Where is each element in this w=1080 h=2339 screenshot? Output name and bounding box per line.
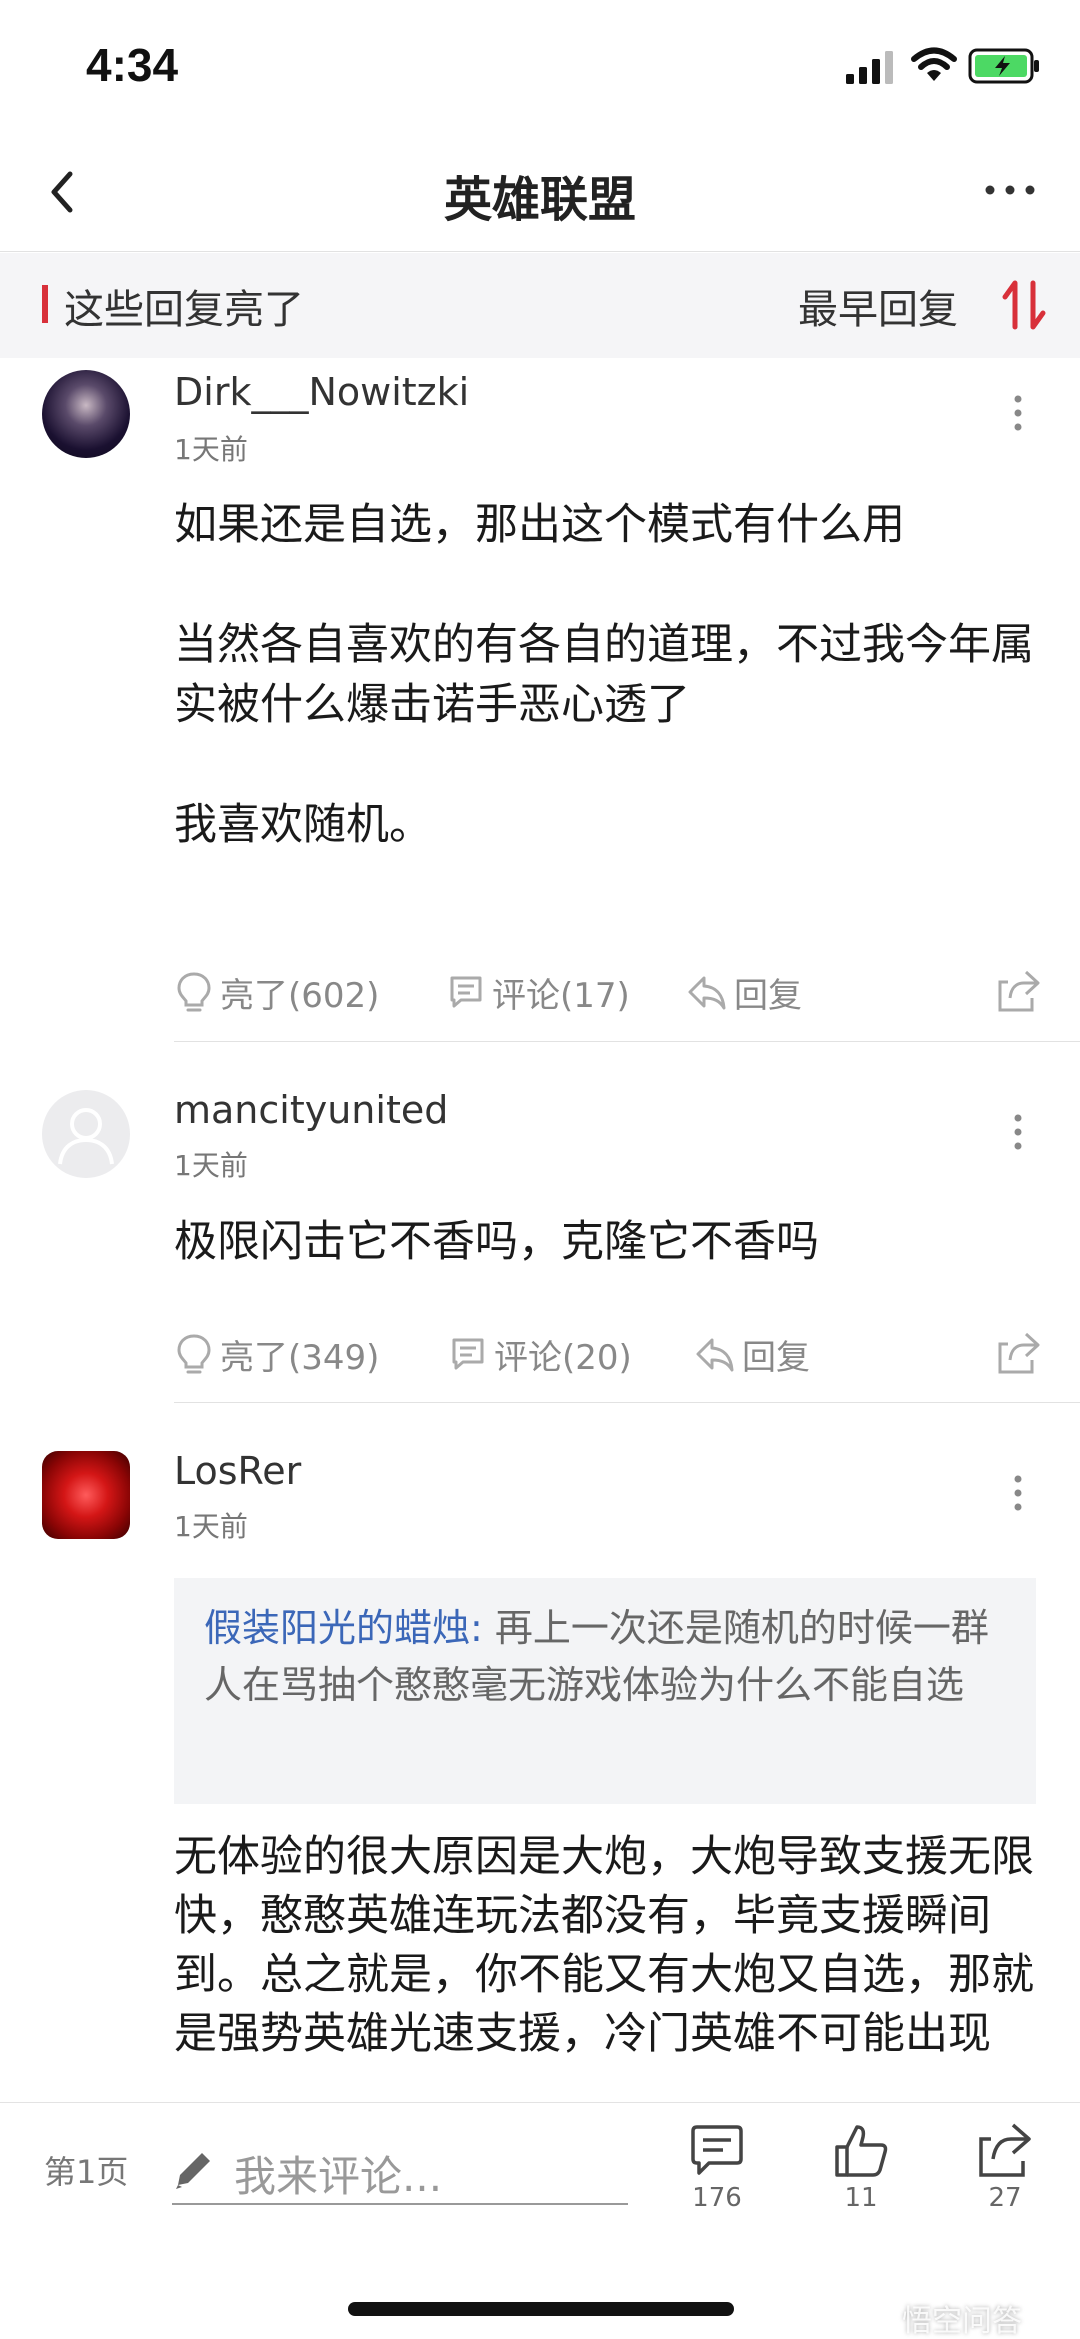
reply-label: 回复: [734, 975, 802, 1016]
pen-icon: [176, 2153, 210, 2189]
share-icon[interactable]: [996, 1330, 1042, 1376]
comments-count: 176: [692, 2183, 742, 2213]
page-indicator[interactable]: 第1页: [44, 2147, 128, 2193]
reply-label: 回复: [742, 1337, 810, 1378]
status-time: 4:34: [86, 39, 179, 91]
comment-button[interactable]: 评论(17): [446, 962, 630, 1022]
wukong-logo-icon: [862, 2308, 896, 2328]
watermark: 悟空问答: [862, 2296, 1022, 2339]
comment-paragraph: 极限闪击它不香吗，克隆它不香吗: [174, 1217, 819, 1267]
default-user-icon: [58, 1108, 114, 1165]
sort-arrows-icon[interactable]: [1000, 277, 1048, 333]
comment-body: 如果还是自选，那出这个模式有什么用 当然各自喜欢的有各自的道理，不过我今年属实被…: [174, 495, 1034, 855]
watermark-text: 悟空问答: [902, 2304, 1022, 2339]
comments-button[interactable]: 176: [672, 2121, 762, 2241]
comment-more-icon[interactable]: [1004, 1112, 1032, 1152]
avatar[interactable]: [42, 1451, 130, 1539]
comment-body: 无体验的很大原因是大炮，大炮导致支援无限快，憨憨英雄连玩法都没有，毕竟支援瞬间到…: [174, 1828, 1034, 2064]
reply-arrow-icon: [696, 1338, 734, 1372]
sort-button[interactable]: 最早回复: [798, 277, 958, 335]
avatar[interactable]: [42, 370, 130, 458]
battery-icon: [968, 48, 1039, 84]
comment-label: 评论(17): [492, 975, 630, 1016]
comment-time: 1天前: [174, 433, 248, 466]
comment-bubble-icon: [452, 1338, 484, 1370]
like-label: 亮了(602): [220, 975, 380, 1016]
page-title: 英雄联盟: [443, 172, 636, 228]
status-bar: 4:34: [0, 0, 1080, 130]
comment-paragraph: 当然各自喜欢的有各自的道理，不过我今年属实被什么爆击诺手恶心透了: [174, 620, 1034, 730]
like-button[interactable]: 亮了(349): [174, 1324, 379, 1384]
section-accent-bar: [42, 285, 48, 323]
quoted-username[interactable]: 假装阳光的蜡烛:: [204, 1606, 483, 1650]
more-options-icon[interactable]: [980, 170, 1040, 210]
username[interactable]: mancityunited: [174, 1088, 448, 1132]
comment-paragraph: 如果还是自选，那出这个模式有什么用: [174, 500, 905, 550]
comment-item: mancityunited 1天前 极限闪击它不香吗，克隆它不香吗 亮了(349…: [0, 1042, 1080, 1402]
section-title: 这些回复亮了: [64, 287, 304, 333]
wifi-icon: [911, 47, 957, 81]
cellular-signal-icon: [846, 51, 893, 84]
reply-button[interactable]: 回复: [686, 962, 802, 1022]
share-button[interactable]: 27: [960, 2121, 1050, 2241]
shares-count: 27: [988, 2183, 1022, 2213]
comment-more-icon[interactable]: [1004, 393, 1032, 433]
comment-actions: 亮了(602) 评论(17) 回复: [174, 962, 1044, 1022]
share-icon[interactable]: [996, 968, 1042, 1014]
quoted-reply[interactable]: 假装阳光的蜡烛: 再上一次还是随机的时候一群人在骂抽个憨憨毫无游戏体验为什么不能…: [174, 1578, 1036, 1804]
comment-paragraph: 我喜欢随机。: [174, 800, 432, 850]
comment-body: 极限闪击它不香吗，克隆它不香吗: [174, 1212, 1034, 1272]
lightbulb-icon: [177, 1334, 211, 1374]
comment-bubble-icon: [691, 2125, 743, 2175]
share-icon: [979, 2123, 1031, 2177]
section-header: 这些回复亮了 最早回复: [0, 253, 1080, 358]
like-button[interactable]: 亮了(602): [174, 962, 379, 1022]
lightbulb-icon: [177, 972, 211, 1012]
comment-actions: 亮了(349) 评论(20) 回复: [174, 1324, 1044, 1384]
comment-more-icon[interactable]: [1004, 1473, 1032, 1513]
like-button[interactable]: 11: [816, 2121, 906, 2241]
comment-time: 1天前: [174, 1510, 248, 1543]
likes-count: 11: [844, 2183, 878, 2213]
input-underline: [172, 2203, 628, 2205]
reply-arrow-icon: [688, 976, 726, 1010]
comment-time: 1天前: [174, 1149, 248, 1182]
like-label: 亮了(349): [220, 1337, 380, 1378]
home-indicator[interactable]: [348, 2302, 734, 2316]
avatar[interactable]: [42, 1090, 130, 1178]
username[interactable]: LosRer: [174, 1449, 301, 1493]
username[interactable]: Dirk___Nowitzki: [174, 370, 469, 414]
reply-button[interactable]: 回复: [694, 1324, 810, 1384]
comment-label: 评论(20): [494, 1337, 632, 1378]
thumbs-up-icon: [835, 2125, 888, 2177]
comment-input[interactable]: 我来评论...: [234, 2143, 442, 2204]
comment-paragraph: 无体验的很大原因是大炮，大炮导致支援无限快，憨憨英雄连玩法都没有，毕竟支援瞬间到…: [174, 1832, 1034, 2059]
comment-bubble-icon: [450, 976, 482, 1008]
comment-item: Dirk___Nowitzki 1天前 如果还是自选，那出这个模式有什么用 当然…: [0, 358, 1080, 1041]
nav-bar: 英雄联盟: [0, 130, 1080, 252]
comment-item: LosRer 1天前 假装阳光的蜡烛: 再上一次还是随机的时候一群人在骂抽个憨憨…: [0, 1403, 1080, 2103]
comment-button[interactable]: 评论(20): [448, 1324, 632, 1384]
